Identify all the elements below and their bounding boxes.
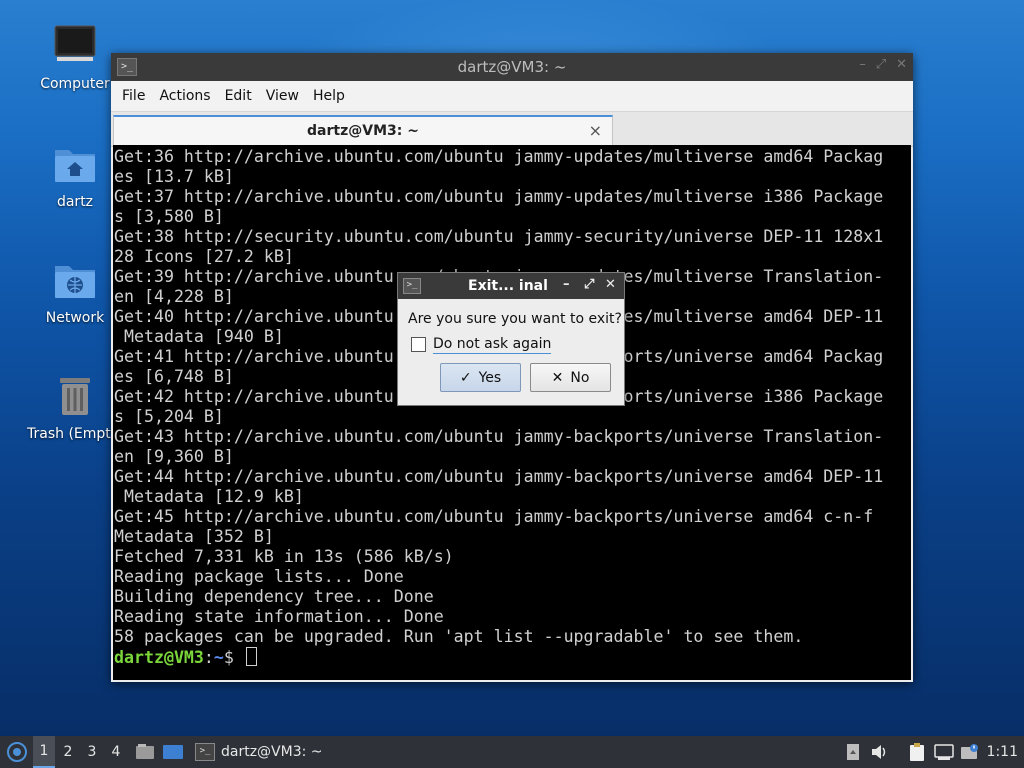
tray-up-icon[interactable] [843, 736, 863, 768]
window-titlebar[interactable]: >_ dartz@VM3: ~ – ⤢ ✕ [111, 53, 913, 81]
minimize-icon[interactable]: – [563, 277, 570, 292]
terminal-line: s [3,580 B] [114, 207, 224, 226]
terminal-icon: >_ [403, 278, 421, 294]
terminal-line: Fetched 7,331 kB in 13s (586 kB/s) [114, 547, 454, 566]
lubuntu-logo-icon [7, 742, 27, 762]
desktop-icon-label: Network [45, 310, 105, 326]
do-not-ask-checkbox[interactable] [411, 337, 426, 352]
terminal-line: Get:44 http://archive.ubuntu.com/ubuntu … [114, 467, 884, 486]
dialog-question: Are you sure you want to exit? [408, 311, 622, 327]
terminal-line: en [9,360 B] [114, 447, 234, 466]
desktop-icon-network[interactable]: Network [27, 256, 123, 326]
close-icon[interactable]: ✕ [896, 57, 907, 72]
menu-view[interactable]: View [260, 88, 307, 104]
prompt-line: dartz@VM3:~$ [114, 647, 883, 668]
desktop-icon-computer[interactable]: Computer [27, 22, 123, 92]
menu-file[interactable]: File [116, 88, 153, 104]
desktop-icon-label: Computer [40, 76, 110, 92]
x-icon: ✕ [551, 369, 564, 386]
check-icon: ✓ [459, 369, 472, 386]
prompt-sep: : [203, 648, 214, 667]
terminal-line: Get:45 http://archive.ubuntu.com/ubuntu … [114, 507, 874, 526]
trash-icon [51, 372, 99, 420]
terminal-line: Get:36 http://archive.ubuntu.com/ubuntu … [114, 147, 884, 166]
terminal-line: es [13.7 kB] [114, 167, 234, 186]
dialog-title: Exit... inal [468, 278, 548, 294]
desktop-icon-trash[interactable]: Trash (Empty) [27, 372, 125, 442]
home-folder-icon [51, 140, 99, 188]
terminal-icon: >_ [195, 743, 215, 761]
terminal-line: 28 Icons [27.2 kB] [114, 247, 294, 266]
start-menu-button[interactable] [4, 736, 30, 768]
terminal-line: Get:43 http://archive.ubuntu.com/ubuntu … [114, 427, 884, 446]
clock[interactable]: 1:11 [987, 736, 1018, 768]
taskbar-entry-label: dartz@VM3: ~ [221, 744, 323, 760]
menu-edit[interactable]: Edit [219, 88, 260, 104]
terminal-line: 58 packages can be upgraded. Run 'apt li… [114, 627, 804, 646]
workspace-3[interactable]: 3 [81, 736, 103, 768]
tab-close-icon[interactable]: × [589, 121, 602, 140]
terminal-line: Metadata [352 B] [114, 527, 274, 546]
workspace-2[interactable]: 2 [57, 736, 79, 768]
terminal-line: s [5,204 B] [114, 407, 224, 426]
show-desktop-icon[interactable] [161, 736, 185, 768]
prompt-user-host: dartz@VM3 [114, 648, 204, 667]
workspace-1[interactable]: 1 [33, 736, 55, 768]
desktop-icon-label: Trash (Empty) [27, 426, 125, 442]
taskbar: 1 2 3 4 >_ dartz@VM3: ~ 1:11 [0, 736, 1024, 768]
terminal-line: Reading state information... Done [114, 607, 444, 626]
desktop-icon-home[interactable]: dartz [27, 140, 123, 210]
do-not-ask-label[interactable]: Do not ask again [433, 336, 552, 354]
taskbar-entry-terminal[interactable]: >_ dartz@VM3: ~ [191, 736, 385, 768]
menu-help[interactable]: Help [307, 88, 353, 104]
terminal-line: Metadata [12.9 kB] [114, 487, 304, 506]
network-folder-icon [51, 256, 99, 304]
minimize-icon[interactable]: – [859, 57, 866, 72]
terminal-line: Get:38 http://security.ubuntu.com/ubuntu… [114, 227, 884, 246]
menu-bar: File Actions Edit View Help [111, 81, 913, 112]
no-button-label: No [570, 369, 590, 386]
maximize-icon[interactable]: ⤢ [584, 277, 594, 292]
exit-dialog[interactable]: >_ Exit... inal – ⤢ ✕ Are you sure you w… [397, 272, 625, 406]
prompt-path: ~ [213, 648, 224, 667]
terminal-line: Building dependency tree... Done [114, 587, 434, 606]
workspace-4[interactable]: 4 [105, 736, 127, 768]
terminal-output[interactable]: Get:36 http://archive.ubuntu.com/ubuntu … [113, 145, 911, 680]
notification-icon[interactable] [959, 736, 981, 768]
terminal-line: Reading package lists... Done [114, 567, 404, 586]
monitor-icon [51, 22, 99, 70]
text-cursor [245, 647, 257, 666]
window-title: dartz@VM3: ~ [457, 58, 567, 76]
prompt-symbol: $ [223, 648, 244, 667]
network-connection-icon[interactable] [933, 736, 955, 768]
tab-label: dartz@VM3: ~ [307, 123, 419, 139]
close-icon[interactable]: ✕ [605, 277, 616, 292]
tab-terminal[interactable]: dartz@VM3: ~ × [113, 115, 613, 148]
no-button[interactable]: ✕ No [530, 363, 611, 392]
terminal-line: Get:37 http://archive.ubuntu.com/ubuntu … [114, 187, 884, 206]
volume-icon[interactable] [869, 736, 891, 768]
tab-bar: dartz@VM3: ~ × [111, 112, 913, 148]
file-manager-icon[interactable] [134, 736, 156, 768]
yes-button[interactable]: ✓ Yes [440, 363, 521, 392]
maximize-icon[interactable]: ⤢ [876, 57, 886, 72]
yes-button-label: Yes [478, 369, 502, 386]
menu-actions[interactable]: Actions [153, 88, 218, 104]
terminal-text: Get:36 http://archive.ubuntu.com/ubuntu … [114, 147, 883, 668]
dialog-titlebar[interactable]: >_ Exit... inal – ⤢ ✕ [398, 273, 624, 299]
desktop-icon-label: dartz [56, 194, 94, 210]
clipboard-icon[interactable] [906, 736, 928, 768]
